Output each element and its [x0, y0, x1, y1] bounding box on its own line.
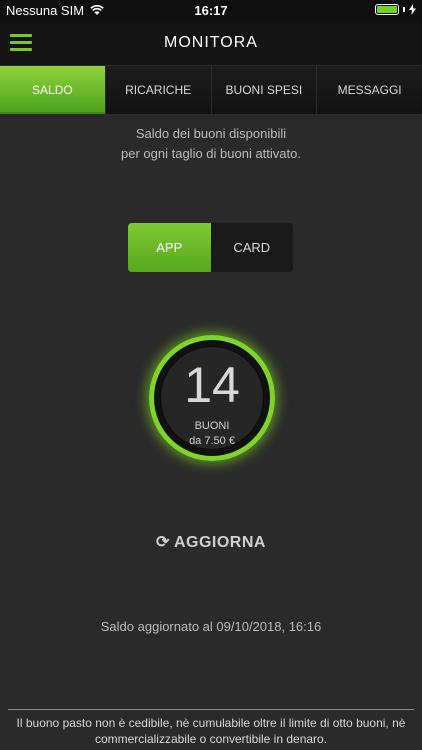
voucher-count: 14 [184, 357, 240, 413]
refresh-label: AGGIORNA [173, 534, 266, 551]
balance-description: Saldo dei buoni disponibili per ogni tag… [0, 124, 422, 164]
charging-icon [409, 4, 416, 15]
description-line-2: per ogni taglio di buoni attivato. [121, 146, 301, 161]
status-bar: Nessuna SIM 16:17 [0, 0, 422, 22]
tab-buoni-spesi[interactable]: BUONI SPESI [211, 66, 318, 114]
toggle-app-button[interactable]: APP [128, 223, 211, 272]
footer-line-2: commercializzabile o convertibile in den… [94, 732, 328, 746]
last-updated-text: Saldo aggiornato al 09/10/2018, 16:16 [100, 619, 322, 634]
status-right [375, 4, 416, 15]
battery-tip [403, 7, 405, 12]
voucher-label: BUONI [194, 420, 230, 432]
tab-saldo[interactable]: SALDO [0, 66, 106, 114]
battery-icon [375, 4, 399, 15]
footer-line-1: Il buono pasto non è cedibile, nè cumula… [16, 716, 406, 730]
voucher-counter-inner: 14 BUONI da 7.50 € [160, 346, 264, 450]
toggle-card-button[interactable]: CARD [211, 223, 294, 272]
tab-ricariche[interactable]: RICARICHE [105, 66, 212, 114]
status-time: 16:17 [194, 3, 228, 18]
refresh-icon: ⟳ [156, 534, 170, 551]
description-line-1: Saldo dei buoni disponibili [135, 126, 287, 141]
app-header: MONITORA [0, 22, 422, 65]
tab-messaggi[interactable]: MESSAGGI [317, 66, 422, 114]
voucher-denomination: da 7.50 € [189, 435, 235, 447]
tab-bar: SALDO RICARICHE BUONI SPESI MESSAGGI [0, 66, 422, 114]
footer-disclaimer: Il buono pasto non è cedibile, nè cumula… [8, 709, 414, 747]
app-card-toggle: APP CARD [128, 223, 293, 272]
refresh-button[interactable]: ⟳ AGGIORNA [0, 532, 422, 552]
page-title: MONITORA [164, 34, 258, 51]
voucher-counter: 14 BUONI da 7.50 € [149, 335, 275, 461]
